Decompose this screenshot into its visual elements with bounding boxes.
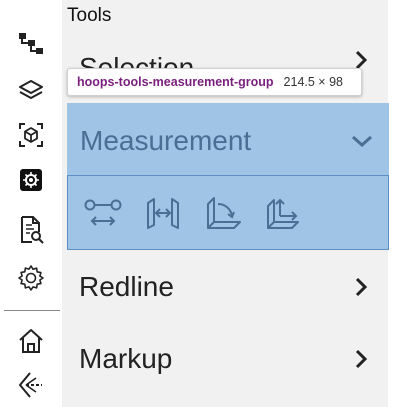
measure-face-distance-icon[interactable] (264, 194, 302, 232)
section-measurement-label: Measurement (80, 125, 252, 156)
toolbar-divider (4, 310, 60, 311)
left-toolbar (0, 0, 62, 407)
measure-angle-icon[interactable] (204, 194, 242, 232)
chevron-right-icon (346, 348, 376, 370)
tooltip-dimensions: 214.5 × 98 (283, 75, 343, 89)
chevron-right-icon (346, 276, 376, 298)
inspector-tooltip: hoops-tools-measurement-group 214.5 × 98 (67, 68, 362, 96)
measure-point-to-point-icon[interactable] (84, 194, 122, 232)
search-document-icon[interactable] (12, 214, 50, 246)
model-tree-icon[interactable] (12, 28, 50, 60)
measure-edge-icon[interactable] (144, 194, 182, 232)
section-redline-label: Redline (79, 271, 174, 302)
layers-icon[interactable] (12, 75, 50, 107)
camera-icon[interactable] (12, 369, 50, 401)
section-measurement[interactable]: Measurement (67, 108, 389, 174)
gear-icon[interactable] (12, 262, 50, 294)
panel-edge (388, 0, 398, 407)
section-markup-label: Markup (79, 343, 173, 374)
views-icon[interactable] (12, 119, 50, 151)
home-icon[interactable] (12, 325, 50, 357)
settings-cube-icon[interactable] (12, 164, 50, 196)
tooltip-element-name: hoops-tools-measurement-group (77, 75, 274, 89)
measurement-tools-row (67, 175, 389, 250)
chevron-down-icon (347, 133, 377, 149)
panel-title: Tools (67, 5, 112, 26)
section-redline[interactable]: Redline (66, 256, 388, 318)
section-markup[interactable]: Markup (66, 328, 388, 390)
